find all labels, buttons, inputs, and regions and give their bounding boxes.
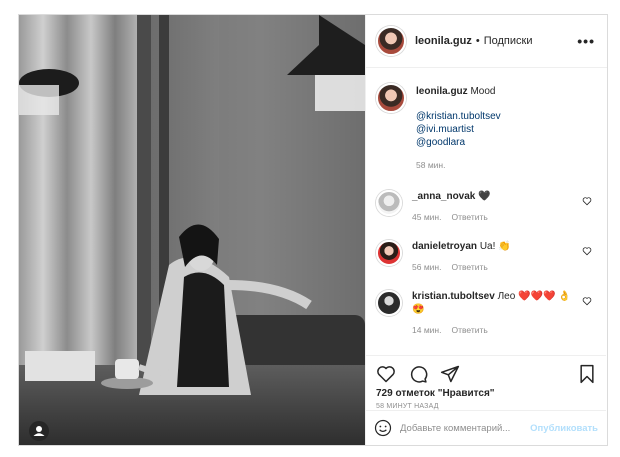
like-comment-heart-icon[interactable] (582, 296, 592, 306)
instagram-post-modal: leonila.guz • Подписки ••• leonila.guz M… (18, 14, 608, 446)
commenter-avatar[interactable] (376, 240, 402, 266)
like-comment-heart-icon[interactable] (582, 196, 592, 206)
comments-list[interactable]: leonila.guz Mood @kristian.tuboltsev @iv… (366, 69, 606, 355)
add-comment-bar: Опубликовать (366, 410, 606, 445)
mention-link[interactable]: @goodlara (416, 136, 578, 149)
reply-button[interactable]: Ответить (451, 262, 487, 272)
comment-time[interactable]: 14 мин. (412, 325, 441, 335)
more-options-button[interactable]: ••• (577, 33, 595, 49)
comment-item: _anna_novak 🖤 45 мин. Ответить (376, 190, 596, 224)
comment-time[interactable]: 45 мин. (412, 212, 441, 222)
reply-button[interactable]: Ответить (451, 212, 487, 222)
comment-time[interactable]: 56 мин. (412, 262, 441, 272)
emoji-smiley-icon[interactable] (374, 419, 392, 437)
comment-username[interactable]: _anna_novak (412, 191, 475, 202)
mention-link[interactable]: @kristian.tuboltsev (416, 110, 578, 123)
save-bookmark-icon[interactable] (578, 364, 596, 384)
like-comment-heart-icon[interactable] (582, 246, 592, 256)
likes-count[interactable]: 729 отметок "Нравится" (376, 388, 596, 399)
comment-item: kristian.tuboltsev Лео ❤️❤️❤️ 👌😍 14 мин.… (376, 290, 596, 337)
header-separator: • (475, 35, 480, 47)
caption-time[interactable]: 58 мин. (416, 160, 445, 170)
comment-username[interactable]: kristian.tuboltsev (412, 291, 495, 302)
comment-bubble-icon[interactable] (408, 364, 428, 384)
mention-link[interactable]: @ivi.muartist (416, 123, 578, 136)
caption-username[interactable]: leonila.guz (416, 86, 468, 97)
tagged-user-icon[interactable] (29, 421, 49, 441)
comment-text: 🖤 (478, 191, 491, 202)
person-icon (33, 426, 45, 436)
commenter-avatar[interactable] (376, 290, 402, 316)
publish-button[interactable]: Опубликовать (530, 423, 598, 434)
author-avatar[interactable] (376, 26, 406, 56)
comment-text: Ua! 👏 (479, 241, 511, 252)
post-photo-image (19, 15, 365, 445)
post-actions: 729 отметок "Нравится" 58 минут назад (366, 355, 606, 410)
posted-time[interactable]: 58 минут назад (376, 403, 596, 410)
reply-button[interactable]: Ответить (451, 325, 487, 335)
post-sidebar: leonila.guz • Подписки ••• leonila.guz M… (365, 15, 607, 445)
caption-text: Mood (470, 86, 496, 97)
comment-username[interactable]: danieletroyan (412, 241, 477, 252)
comment-input[interactable] (400, 422, 520, 434)
comment-item: danieletroyan Ua! 👏 56 мин. Ответить (376, 240, 596, 274)
commenter-avatar[interactable] (376, 190, 402, 216)
post-photo[interactable] (19, 15, 365, 445)
caption-avatar[interactable] (376, 83, 406, 113)
share-paper-plane-icon[interactable] (440, 364, 460, 384)
author-username[interactable]: leonila.guz (415, 35, 472, 47)
following-button[interactable]: Подписки (484, 35, 533, 47)
caption: leonila.guz Mood @kristian.tuboltsev @iv… (376, 83, 596, 172)
post-header: leonila.guz • Подписки ••• (366, 15, 607, 68)
like-heart-icon[interactable] (376, 364, 396, 384)
